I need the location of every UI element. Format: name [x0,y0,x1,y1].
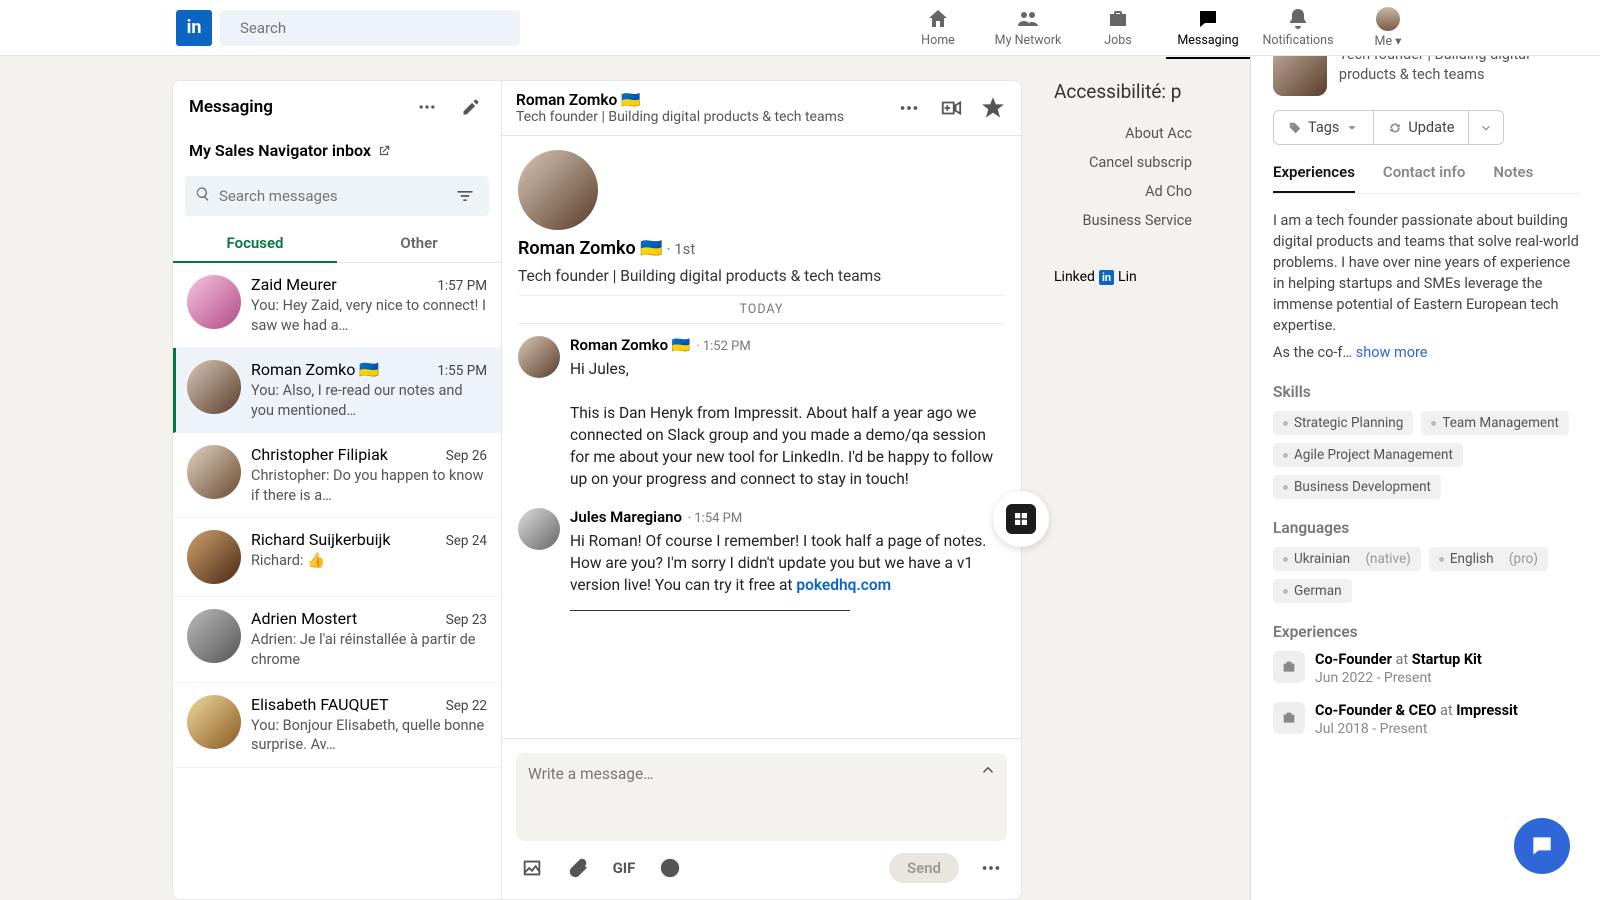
top-nav: in Home My Network Jobs Messaging Notifi… [0,0,1600,56]
avatar[interactable] [518,508,560,550]
chevron-down-icon [1345,121,1359,135]
avatar[interactable] [518,336,560,378]
global-search[interactable] [220,10,520,46]
languages-list: Ukrainian (native) English (pro) German [1273,547,1580,603]
tags-button[interactable]: Tags [1273,110,1374,145]
compose-icon[interactable] [457,93,485,121]
global-search-input[interactable] [240,19,508,37]
conversation-item[interactable]: Zaid Meurer1:57 PMYou: Hey Zaid, very ni… [173,263,501,348]
tab-other[interactable]: Other [337,224,501,262]
emoji-icon[interactable] [656,854,684,882]
attachment-icon[interactable] [564,854,592,882]
language-chip[interactable]: Ukrainian (native) [1273,547,1421,571]
messaging-title: Messaging [189,97,273,117]
skill-chip[interactable]: Team Management [1421,411,1569,435]
side-tab-notes[interactable]: Notes [1493,163,1533,193]
skills-heading: Skills [1273,383,1580,401]
nav-jobs[interactable]: Jobs [1076,3,1160,53]
chevron-up-icon[interactable] [979,761,997,783]
send-button[interactable]: Send [889,853,959,883]
profile-preview[interactable]: Roman Zomko 🇺🇦· 1st Tech founder | Build… [518,150,1005,285]
external-link-icon [377,144,391,158]
briefcase-icon [1273,702,1305,734]
message: Roman Zomko 🇺🇦 · 1:52 PM Hi Jules, This … [518,336,1005,490]
linkedin-brand: LinkedinLin [1054,269,1192,285]
avatar [518,150,598,230]
nav-messaging[interactable]: Messaging [1166,3,1250,53]
accessibility-heading: Accessibilité: p [1054,80,1192,103]
conversation-list[interactable]: Zaid Meurer1:57 PMYou: Hey Zaid, very ni… [173,263,501,899]
avatar [187,695,241,749]
chat-fab[interactable] [1514,818,1570,874]
avatar [187,609,241,663]
image-icon[interactable] [518,854,546,882]
footer-links: Accessibilité: p About Acc Cancel subscr… [1022,80,1192,900]
more-icon[interactable] [413,93,441,121]
conversation-header-sub: Tech founder | Building digital products… [516,109,895,125]
messaging-sidebar: Messaging My Sales Navigator inbox Focus… [172,80,502,900]
date-separator: TODAY [518,295,1005,324]
search-icon [195,186,211,206]
nav-home[interactable]: Home [896,3,980,53]
filter-icon[interactable] [451,182,479,210]
chevron-down-icon [1479,121,1493,135]
footer-link[interactable]: Ad Cho [1054,183,1192,200]
nav-notifications[interactable]: Notifications [1256,3,1340,53]
experiences-heading: Experiences [1273,623,1580,641]
skill-chip[interactable]: Strategic Planning [1273,411,1413,435]
avatar [187,275,241,329]
language-chip[interactable]: English (pro) [1429,547,1548,571]
avatar [187,360,241,414]
footer-link[interactable]: About Acc [1054,125,1192,142]
skill-chip[interactable]: Agile Project Management [1273,443,1463,467]
conversation-item[interactable]: Christopher FilipiakSep 26Christopher: D… [173,433,501,518]
nav-me[interactable]: Me ▾ [1346,3,1430,53]
message-text: Hi Jules, This is Dan Henyk from Impress… [570,358,1005,490]
footer-link[interactable]: Cancel subscrip [1054,154,1192,171]
profile-side-panel: Roman Zomko 🇺🇦 Tech founder | Building d… [1250,0,1600,900]
message-link[interactable]: pokedhq.com [796,576,891,594]
extension-fab[interactable] [993,491,1049,547]
update-dropdown[interactable] [1469,110,1504,145]
linkedin-logo[interactable]: in [176,10,212,46]
conversation-header-name[interactable]: Roman Zomko 🇺🇦 [516,91,895,109]
briefcase-icon [1273,651,1305,683]
conversation-item[interactable]: Richard SuijkerbuijkSep 24Richard: 👍 [173,518,501,597]
footer-link[interactable]: Business Service [1054,212,1192,229]
gif-button[interactable]: GIF [610,854,638,882]
tab-focused[interactable]: Focused [173,224,337,262]
me-avatar [1376,7,1400,31]
skills-list: Strategic Planning Team Management Agile… [1273,411,1580,499]
compose-input[interactable]: Write a message… [516,753,1007,841]
message-text: Hi Roman! Of course I remember! I took h… [570,530,1005,611]
experience-item[interactable]: Co-Founder & CEO at ImpressitJul 2018 - … [1273,702,1580,737]
experience-item[interactable]: Co-Founder at Startup KitJun 2022 - Pres… [1273,651,1580,686]
more-icon[interactable] [895,94,923,122]
avatar [187,530,241,584]
search-messages-input[interactable] [219,187,451,205]
side-tab-experiences[interactable]: Experiences [1273,163,1355,193]
compose-area: Write a message… GIF Send [502,738,1021,899]
conversation-item[interactable]: Roman Zomko 🇺🇦1:55 PMYou: Also, I re-rea… [173,348,501,433]
avatar [187,445,241,499]
language-chip[interactable]: German [1273,579,1352,603]
profile-bio: I am a tech founder passionate about bui… [1273,210,1580,336]
update-button[interactable]: Update [1374,110,1469,145]
sales-nav-link[interactable]: My Sales Navigator inbox [173,133,501,172]
skill-chip[interactable]: Business Development [1273,475,1441,499]
languages-heading: Languages [1273,519,1580,537]
message: Jules Maregiano · 1:54 PM Hi Roman! Of c… [518,508,1005,611]
nav-network[interactable]: My Network [986,3,1070,53]
conversation-item[interactable]: Adrien MostertSep 23Adrien: Je l'ai réin… [173,597,501,682]
star-icon[interactable] [979,94,1007,122]
side-tab-contact[interactable]: Contact info [1383,163,1465,193]
show-more-link[interactable]: show more [1356,344,1428,361]
conversation-item[interactable]: Elisabeth FAUQUETSep 22You: Bonjour Elis… [173,683,501,768]
conversation-panel: Roman Zomko 🇺🇦 Tech founder | Building d… [502,80,1022,900]
video-icon[interactable] [937,94,965,122]
search-messages[interactable] [185,176,489,216]
more-icon[interactable] [977,854,1005,882]
